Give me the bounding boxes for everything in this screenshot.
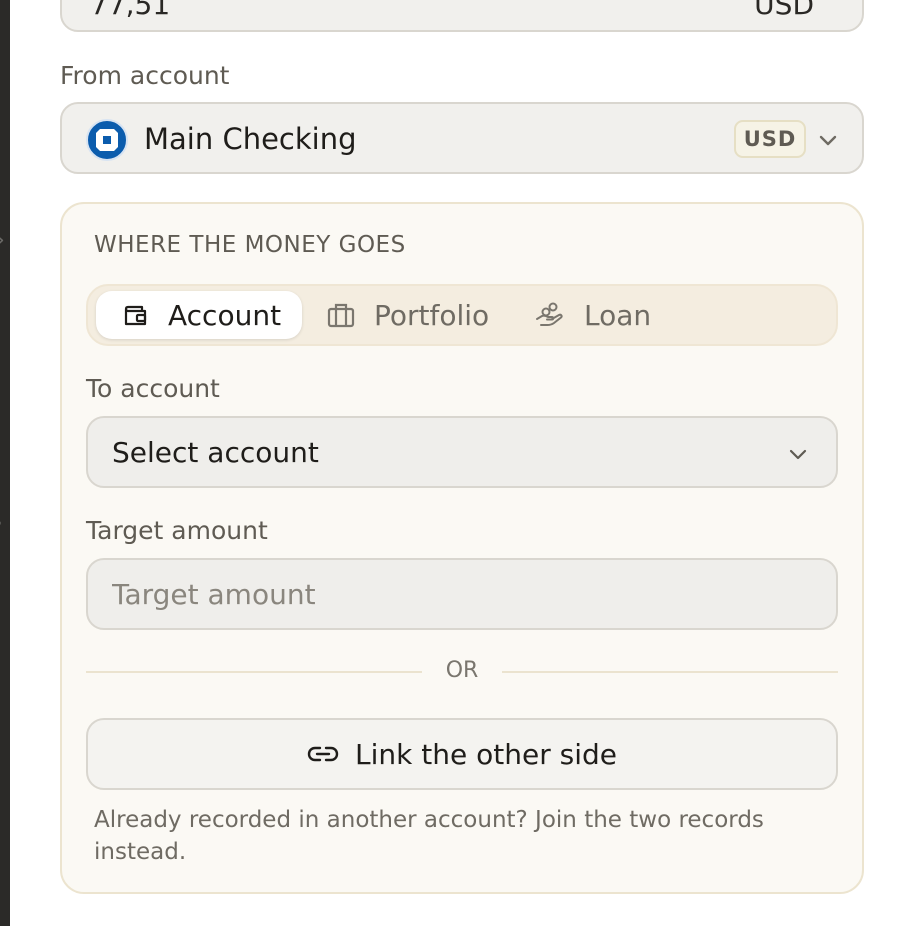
tab-portfolio[interactable]: Portfolio — [326, 291, 506, 339]
link-other-side-label: Link the other side — [355, 737, 617, 771]
amount-field[interactable]: 77,51 USD — [60, 0, 864, 32]
wallet-icon — [120, 300, 150, 330]
or-divider: OR — [86, 656, 838, 688]
hand-coins-icon — [534, 299, 566, 331]
tab-portfolio-label: Portfolio — [374, 298, 490, 332]
target-amount-input[interactable] — [86, 558, 838, 630]
currency-badge: USD — [734, 120, 806, 158]
background-window-edge: › · — [0, 0, 10, 926]
amount-currency: USD — [754, 0, 814, 21]
target-amount-label: Target amount — [86, 516, 268, 545]
tab-loan[interactable]: Loan — [534, 291, 674, 339]
to-account-select[interactable]: Select account — [86, 416, 838, 488]
briefcase-icon — [326, 300, 356, 330]
link-other-side-button[interactable]: Link the other side — [86, 718, 838, 790]
chase-bank-icon — [86, 119, 128, 161]
transfer-form-panel: 77,51 USD From account Main Checking USD… — [10, 0, 898, 926]
destination-heading: WHERE THE MONEY GOES — [94, 232, 406, 258]
from-account-select[interactable]: Main Checking USD — [60, 102, 864, 174]
helper-text: Already recorded in another account? Joi… — [94, 807, 764, 865]
divider-line — [502, 671, 838, 673]
to-account-value: Select account — [112, 436, 319, 469]
chevron-down-icon[interactable] — [816, 128, 840, 152]
tab-loan-label: Loan — [584, 298, 652, 332]
background-glyph: › — [0, 228, 5, 253]
destination-type-tabs: Account Portfolio Loan — [86, 284, 838, 346]
tab-account[interactable]: Account — [96, 291, 302, 339]
destination-card: WHERE THE MONEY GOES Account Portfolio L… — [60, 202, 864, 894]
from-account-label: From account — [60, 61, 230, 90]
chevron-down-icon — [789, 449, 807, 460]
link-icon — [307, 744, 339, 764]
to-account-label: To account — [86, 374, 220, 403]
amount-value: 77,51 — [90, 0, 171, 21]
from-account-name: Main Checking — [144, 122, 357, 156]
background-glyph: · — [0, 512, 3, 537]
tab-account-label: Account — [168, 298, 282, 332]
